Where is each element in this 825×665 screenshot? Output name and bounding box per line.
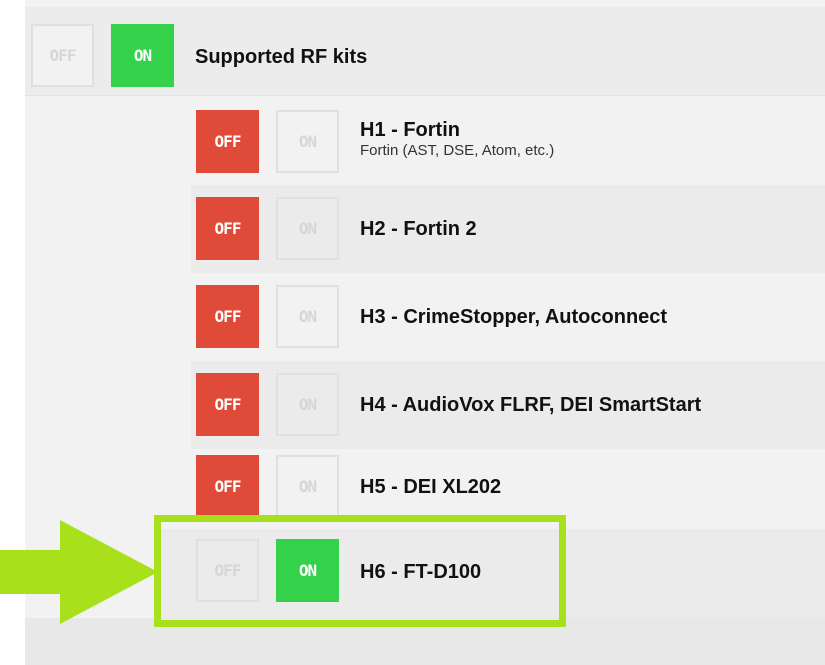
kit-h1-off-button[interactable]: OFF <box>196 110 259 173</box>
kit-h5-title: H5 - DEI XL202 <box>360 476 502 498</box>
highlight-box <box>154 515 566 627</box>
kit-h5-on-button[interactable]: ON <box>276 455 339 518</box>
kit-h3-on-button[interactable]: ON <box>276 285 339 348</box>
kit-h1-subtitle: Fortin (AST, DSE, Atom, etc.) <box>360 142 555 159</box>
master-on-button[interactable]: ON <box>111 24 174 87</box>
master-off-button[interactable]: OFF <box>31 24 94 87</box>
kit-h5-off-button[interactable]: OFF <box>196 455 259 518</box>
kit-h4-off-button[interactable]: OFF <box>196 373 259 436</box>
kit-row-h1: OFF ON H1 - Fortin Fortin (AST, DSE, Ato… <box>191 97 825 186</box>
kit-row-h3: OFF ON H3 - CrimeStopper, Autoconnect <box>191 273 825 362</box>
kit-h4-on-button[interactable]: ON <box>276 373 339 436</box>
kit-h2-title: H2 - Fortin 2 <box>360 218 477 240</box>
master-title: Supported RF kits <box>195 46 368 68</box>
kit-h1-title: H1 - Fortin <box>360 119 460 141</box>
kit-row-h4: OFF ON H4 - AudioVox FLRF, DEI SmartStar… <box>191 361 825 450</box>
kit-h4-title: H4 - AudioVox FLRF, DEI SmartStart <box>360 394 702 416</box>
kit-h3-off-button[interactable]: OFF <box>196 285 259 348</box>
kit-h2-off-button[interactable]: OFF <box>196 197 259 260</box>
arrow-right-icon <box>0 520 158 624</box>
master-toggle-row: OFF ON Supported RF kits <box>25 7 825 96</box>
kit-h1-on-button[interactable]: ON <box>276 110 339 173</box>
kit-h3-title: H3 - CrimeStopper, Autoconnect <box>360 306 668 328</box>
kit-row-h2: OFF ON H2 - Fortin 2 <box>191 185 825 274</box>
kit-h2-on-button[interactable]: ON <box>276 197 339 260</box>
